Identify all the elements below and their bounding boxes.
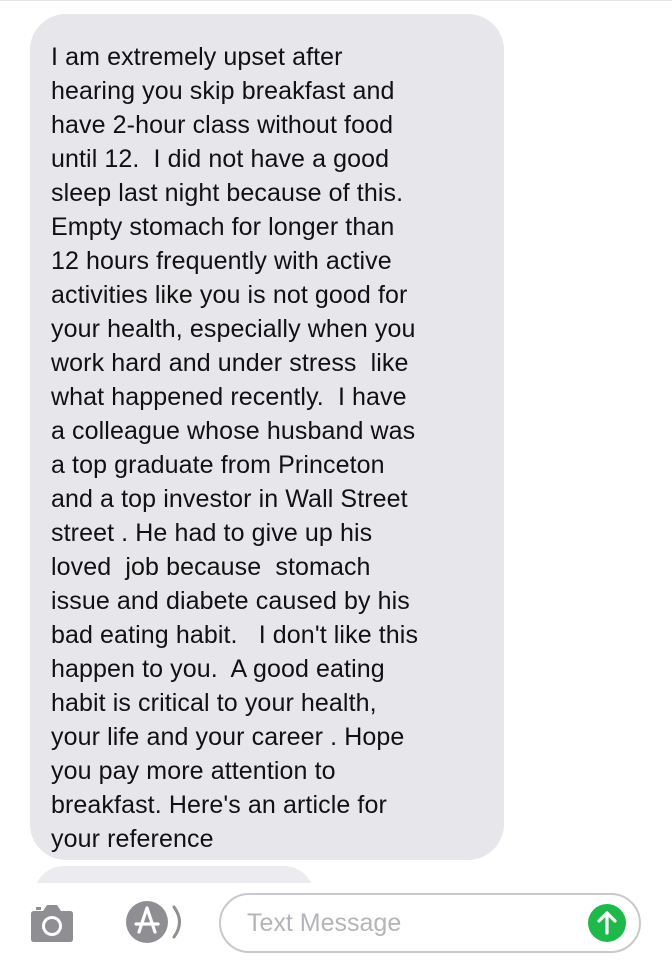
app-store-icon[interactable] [125,899,187,945]
text-field-placeholder: Text Message [247,909,402,937]
camera-icon[interactable] [30,901,74,943]
message-text-field[interactable]: Text Message [219,893,641,953]
messages-screen: I am extremely upset after hearing you s… [0,0,672,960]
message-text: I am extremely upset after hearing you s… [51,43,419,853]
send-arrow-icon[interactable] [587,903,627,943]
received-message-bubble[interactable]: I am extremely upset after hearing you s… [30,14,504,860]
header-divider [0,0,672,1]
